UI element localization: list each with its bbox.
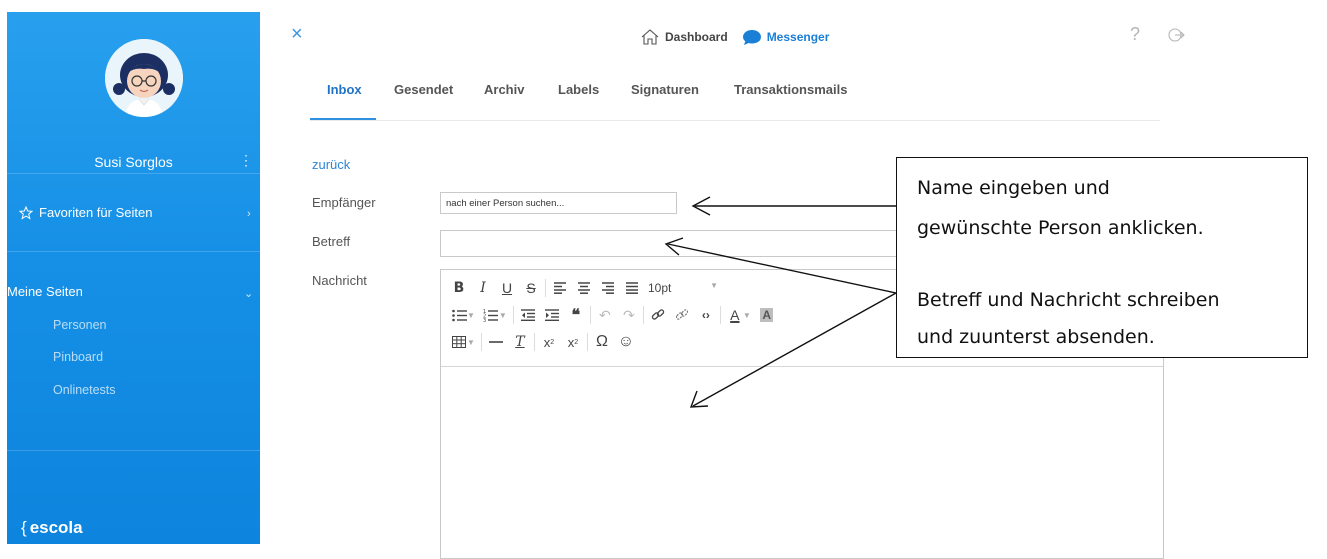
callout-line: und zuunterst absenden.: [917, 326, 1155, 348]
callout-line: gewünschte Person anklicken.: [917, 217, 1204, 239]
instruction-callout: Name eingeben und gewünschte Person ankl…: [896, 157, 1308, 358]
callout-line: Betreff und Nachricht schreiben: [917, 289, 1220, 311]
callout-line: Name eingeben und: [917, 177, 1110, 199]
